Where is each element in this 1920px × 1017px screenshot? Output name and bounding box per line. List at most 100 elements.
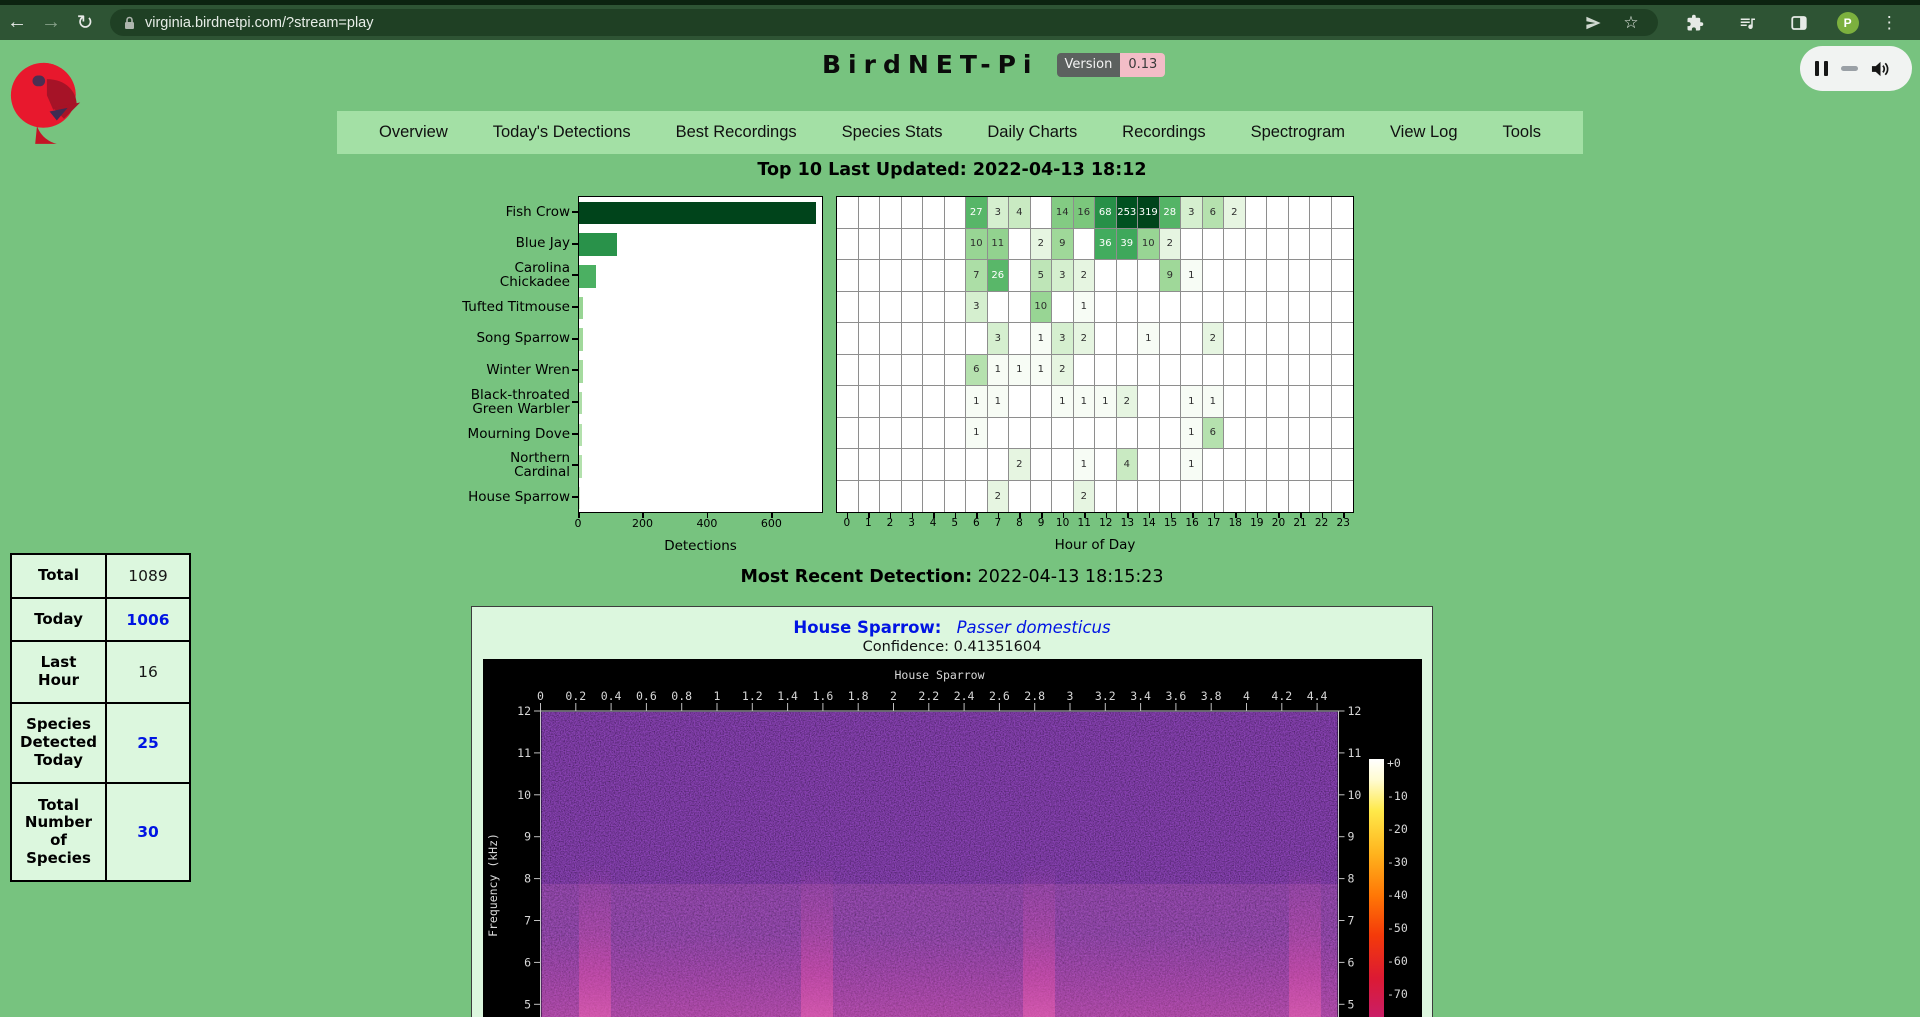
media-playlist-icon[interactable] xyxy=(1732,14,1762,32)
heatmap-cell xyxy=(1267,260,1289,292)
nav-item-daily-charts[interactable]: Daily Charts xyxy=(987,123,1077,142)
heatmap-cell xyxy=(945,386,967,418)
heatmap-cell: 9 xyxy=(1160,260,1182,292)
heatmap-cell xyxy=(1332,418,1354,450)
nav-item-tools[interactable]: Tools xyxy=(1502,123,1541,142)
heatmap-cell xyxy=(1138,418,1160,450)
heatmap-cell xyxy=(1160,386,1182,418)
heatmap-cell: 1 xyxy=(966,386,988,418)
heatmap-cell xyxy=(902,197,924,229)
heatmap-cell: 1 xyxy=(1074,386,1096,418)
svg-text:3.8: 3.8 xyxy=(1201,689,1222,703)
heatmap-cell xyxy=(945,418,967,450)
heatmap-cell xyxy=(1246,418,1268,450)
heatmap-cell xyxy=(859,229,881,261)
heatmap-cell xyxy=(1009,260,1031,292)
hour-tick-label: 13 xyxy=(1117,517,1139,529)
hour-tick-label: 9 xyxy=(1030,517,1052,529)
heatmap-cell: 1 xyxy=(1074,449,1096,481)
heatmap-cell xyxy=(902,449,924,481)
stats-value[interactable]: 25 xyxy=(107,704,189,782)
svg-text:7: 7 xyxy=(524,914,531,928)
svg-text:10: 10 xyxy=(517,788,531,802)
heatmap-cell: 1 xyxy=(1052,386,1074,418)
heatmap-cell xyxy=(1332,197,1354,229)
heatmap-cell xyxy=(902,292,924,324)
hour-tick xyxy=(933,513,935,518)
volume-icon[interactable] xyxy=(1871,60,1890,78)
heatmap-cell xyxy=(1052,481,1074,513)
send-to-device-icon[interactable] xyxy=(1578,15,1608,31)
bookmark-star-icon[interactable]: ☆ xyxy=(1616,13,1646,33)
svg-text:5: 5 xyxy=(524,997,531,1011)
reload-icon[interactable]: ↻ xyxy=(68,10,102,35)
profile-avatar[interactable]: P xyxy=(1837,12,1859,34)
heatmap-cell xyxy=(923,323,945,355)
heatmap-cell xyxy=(1310,292,1332,324)
hour-tick xyxy=(912,513,914,518)
heatmap-cell xyxy=(1332,229,1354,261)
svg-text:-60: -60 xyxy=(1387,954,1408,968)
hour-tick xyxy=(976,513,978,518)
nav-item-recordings[interactable]: Recordings xyxy=(1122,123,1205,142)
heatmap-cell xyxy=(1267,386,1289,418)
heatmap-cell xyxy=(880,449,902,481)
heatmap-cell: 5 xyxy=(1031,260,1053,292)
back-icon[interactable]: ← xyxy=(0,11,34,34)
detections-bar xyxy=(579,202,816,225)
heatmap-cell xyxy=(1267,481,1289,513)
hour-tick xyxy=(868,513,870,518)
forward-icon[interactable]: → xyxy=(34,11,68,34)
heatmap-cell xyxy=(1160,418,1182,450)
heatmap-cell xyxy=(945,355,967,387)
heatmap-cell xyxy=(880,197,902,229)
nav-item-species-stats[interactable]: Species Stats xyxy=(842,123,943,142)
heatmap-cell xyxy=(1031,418,1053,450)
heatmap-cell xyxy=(1310,481,1332,513)
heatmap-cell xyxy=(1267,292,1289,324)
nav-item-overview[interactable]: Overview xyxy=(379,123,448,142)
heatmap-cell xyxy=(1117,355,1139,387)
hour-tick xyxy=(1127,513,1129,518)
heatmap-cell: 1 xyxy=(966,418,988,450)
heatmap-cell xyxy=(1289,197,1311,229)
heatmap-cell xyxy=(859,260,881,292)
nav-item-spectrogram[interactable]: Spectrogram xyxy=(1251,123,1345,142)
nav-item-today-s-detections[interactable]: Today's Detections xyxy=(493,123,631,142)
nav-item-view-log[interactable]: View Log xyxy=(1390,123,1458,142)
hour-tick-label: 14 xyxy=(1138,517,1160,529)
stats-row: Species Detected Today25 xyxy=(12,704,189,784)
heatmap-cell xyxy=(1095,449,1117,481)
detection-species-name[interactable]: House Sparrow: xyxy=(793,618,941,637)
svg-text:3.4: 3.4 xyxy=(1130,689,1151,703)
heatmap-cell: 2 xyxy=(1052,355,1074,387)
browser-menu-icon[interactable]: ⋮ xyxy=(1881,13,1898,33)
heatmap-cell: 1 xyxy=(988,386,1010,418)
stats-value[interactable]: 30 xyxy=(107,784,189,880)
heatmap-cell xyxy=(859,355,881,387)
heatmap-cell xyxy=(1074,355,1096,387)
extensions-puzzle-icon[interactable] xyxy=(1680,14,1710,32)
heatmap-cell: 3 xyxy=(988,197,1010,229)
seek-handle[interactable] xyxy=(1841,66,1858,71)
side-panel-icon[interactable] xyxy=(1784,14,1814,32)
recent-detection-time: 2022-04-13 18:15:23 xyxy=(972,567,1163,587)
heatmap-cell xyxy=(923,386,945,418)
heatmap-cell xyxy=(1289,418,1311,450)
address-bar[interactable]: virginia.birdnetpi.com/?stream=play ☆ xyxy=(110,9,1658,36)
svg-text:0.2: 0.2 xyxy=(565,689,586,703)
heatmap-cell xyxy=(1117,481,1139,513)
nav-item-best-recordings[interactable]: Best Recordings xyxy=(676,123,797,142)
pause-icon[interactable] xyxy=(1815,61,1828,76)
audio-player[interactable] xyxy=(1800,46,1912,91)
heatmap-cell xyxy=(1224,292,1246,324)
hour-tick-label: 1 xyxy=(858,517,880,529)
heatmap-cell: 3 xyxy=(988,323,1010,355)
bar-x-tick-label: 200 xyxy=(632,517,653,530)
species-label: Black-throated Green Warbler xyxy=(300,386,570,418)
heatmap-cell xyxy=(837,386,859,418)
heatmap-cell xyxy=(902,386,924,418)
heatmap-cell: 6 xyxy=(1203,197,1225,229)
stats-value[interactable]: 1006 xyxy=(107,599,189,640)
hour-tick-label: 3 xyxy=(901,517,923,529)
